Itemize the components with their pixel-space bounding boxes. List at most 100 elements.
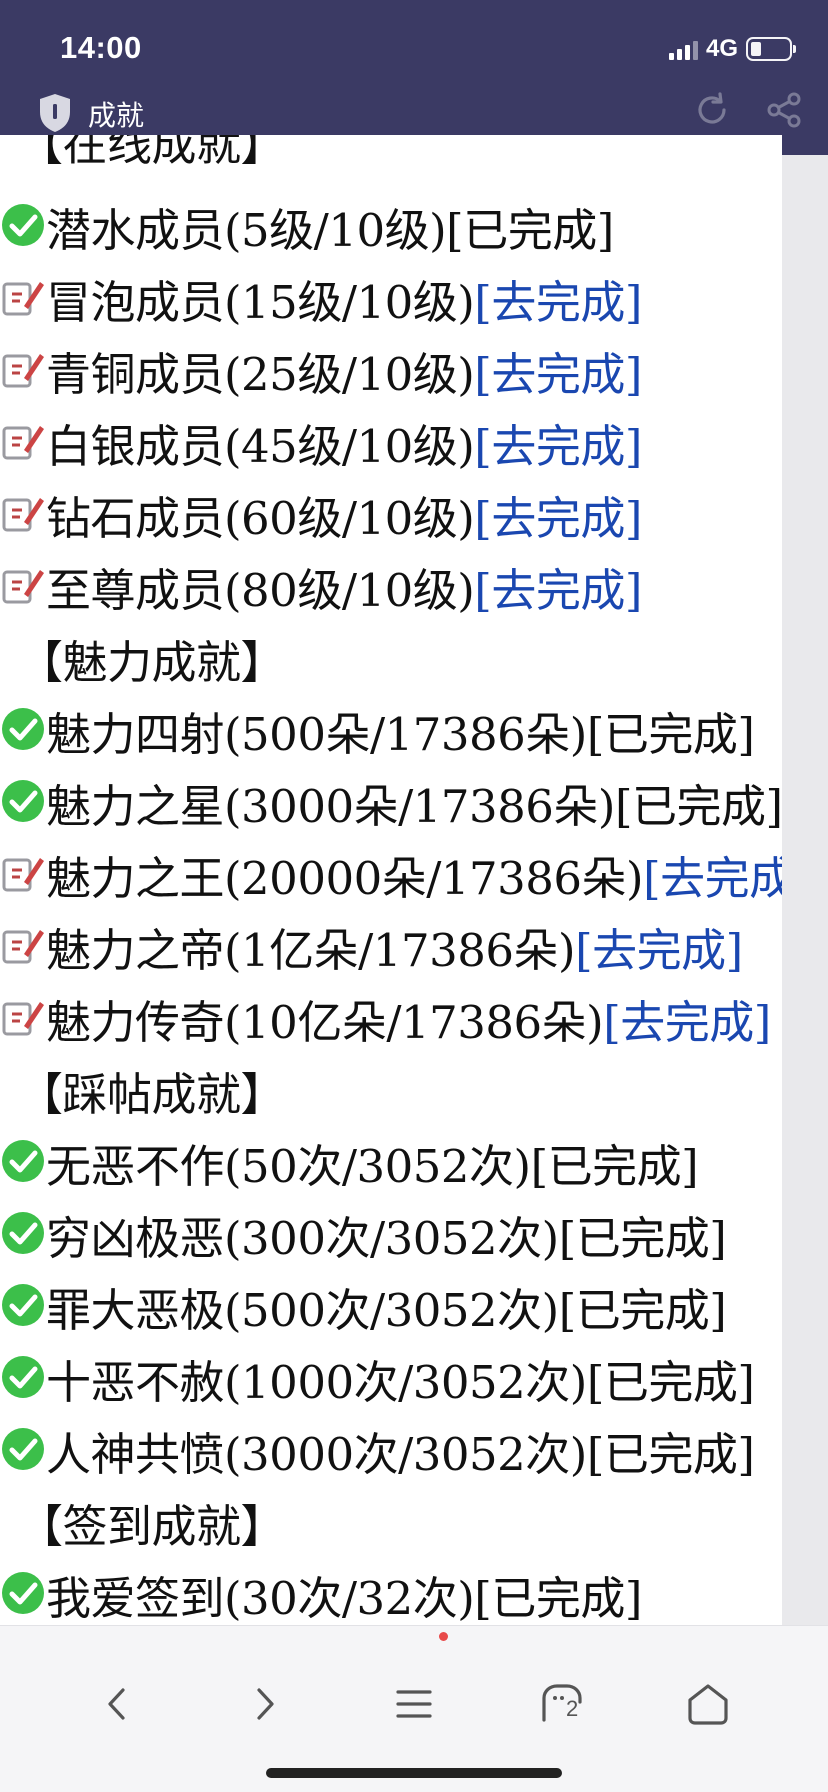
edit-icon xyxy=(2,930,44,964)
status-completed: [已完成] xyxy=(586,708,755,761)
item-text: 魅力之王(20000朵/17386朵) xyxy=(46,852,644,905)
go-complete-link[interactable]: [去完成] xyxy=(643,843,782,915)
section-title: 【魅力成就】 xyxy=(18,636,286,689)
check-icon xyxy=(2,1428,44,1470)
list-item: 钻石成员(60级/10级) [去完成] xyxy=(0,483,642,555)
achievement-list: 【在线成就】 潜水成员(5级/10级) [已完成] 冒泡成员(15级/10级) [去… xyxy=(0,135,782,1625)
list-item: 人神共愤(3000次/3052次) [已完成] xyxy=(0,1419,755,1491)
home-icon xyxy=(688,1684,728,1725)
item-text: 魅力四射(500朵/17386朵) xyxy=(46,708,587,761)
notification-dot xyxy=(439,1632,448,1641)
status-completed: [已完成] xyxy=(558,1284,727,1337)
item-text: 魅力之星(3000朵/17386朵) xyxy=(46,780,615,833)
home-indicator xyxy=(266,1768,562,1778)
list-item: 至尊成员(80级/10级) [去完成] xyxy=(0,555,642,627)
page-title: 成就 xyxy=(88,99,145,132)
list-item: 魅力之王(20000朵/17386朵)[去完成] xyxy=(0,843,782,915)
go-complete-link[interactable]: [去完成] xyxy=(474,267,642,339)
list-item: 魅力四射(500朵/17386朵) [已完成] xyxy=(0,699,755,771)
status-completed: [已完成] xyxy=(614,780,782,833)
list-item: 罪大恶极(500次/3052次) [已完成] xyxy=(0,1275,727,1347)
refresh-icon[interactable] xyxy=(692,90,732,130)
item-text: 魅力之帝(1亿朵/17386朵) xyxy=(46,924,576,977)
check-icon xyxy=(2,1356,44,1398)
forward-button[interactable] xyxy=(238,1678,290,1730)
item-text: 人神共愤(3000次/3052次) xyxy=(46,1428,587,1481)
check-icon xyxy=(2,1212,44,1254)
status-completed: [已完成] xyxy=(474,1572,642,1625)
list-item: 穷凶极恶(300次/3052次) [已完成] xyxy=(0,1203,727,1275)
section-heading: 【踩帖成就】 xyxy=(18,1059,286,1131)
tabs-count: 2 xyxy=(566,1696,579,1721)
status-completed: [已完成] xyxy=(558,1212,727,1265)
battery-icon xyxy=(746,37,796,61)
section-title: 【在线成就】 xyxy=(18,135,286,171)
edit-icon xyxy=(2,570,44,604)
item-text: 我爱签到(30次/32次) xyxy=(46,1572,475,1625)
edit-icon xyxy=(2,498,44,532)
check-icon xyxy=(2,1572,44,1614)
shield-icon xyxy=(40,94,70,132)
status-time: 14:00 xyxy=(60,30,142,65)
check-icon xyxy=(2,780,44,822)
signal-icon xyxy=(668,38,698,60)
section-title: 【签到成就】 xyxy=(18,1500,286,1553)
menu-button[interactable] xyxy=(388,1678,440,1730)
share-icon[interactable] xyxy=(764,90,804,130)
back-button[interactable] xyxy=(92,1678,144,1730)
check-icon xyxy=(2,1284,44,1326)
edit-icon xyxy=(2,858,44,892)
status-icons: 4G xyxy=(668,34,796,64)
edit-icon xyxy=(2,1002,44,1036)
go-complete-link[interactable]: [去完成] xyxy=(603,987,771,1059)
item-text: 白银成员(45级/10级) xyxy=(46,420,475,473)
go-complete-link[interactable]: [去完成] xyxy=(474,555,642,627)
edit-icon xyxy=(2,426,44,460)
edit-icon xyxy=(2,354,44,388)
check-icon xyxy=(2,204,44,246)
status-completed: [已完成] xyxy=(530,1140,699,1193)
go-complete-link[interactable]: [去完成] xyxy=(575,915,743,987)
go-complete-link[interactable]: [去完成] xyxy=(474,411,642,483)
list-item: 魅力传奇(10亿朵/17386朵) [去完成] xyxy=(0,987,771,1059)
item-text: 潜水成员(5级/10级) xyxy=(46,204,447,257)
title-row: 成就 xyxy=(0,88,828,134)
go-complete-link[interactable]: [去完成] xyxy=(474,483,642,555)
status-completed: [已完成] xyxy=(586,1428,755,1481)
go-complete-link[interactable]: [去完成] xyxy=(474,339,642,411)
list-item: 十恶不赦(1000次/3052次) [已完成] xyxy=(0,1347,755,1419)
item-text: 青铜成员(25级/10级) xyxy=(46,348,475,401)
home-button[interactable] xyxy=(682,1678,734,1730)
item-text: 无恶不作(50次/3052次) xyxy=(46,1140,531,1193)
status-completed: [已完成] xyxy=(446,204,614,257)
item-text: 罪大恶极(500次/3052次) xyxy=(46,1284,559,1337)
list-item: 青铜成员(25级/10级) [去完成] xyxy=(0,339,642,411)
item-text: 魅力传奇(10亿朵/17386朵) xyxy=(46,996,604,1049)
item-text: 十恶不赦(1000次/3052次) xyxy=(46,1356,587,1409)
item-text: 至尊成员(80级/10级) xyxy=(46,564,475,617)
item-text: 冒泡成员(15级/10级) xyxy=(46,276,475,329)
tabs-button[interactable]: 2 xyxy=(536,1678,588,1730)
scroll-gutter xyxy=(782,155,828,1625)
chevron-left-icon xyxy=(108,1688,125,1720)
section-title: 【踩帖成就】 xyxy=(18,1068,286,1121)
status-completed: [已完成] xyxy=(586,1356,755,1409)
section-heading: 【签到成就】 xyxy=(18,1491,286,1563)
list-item: 白银成员(45级/10级) [去完成] xyxy=(0,411,642,483)
list-item: 魅力之星(3000朵/17386朵) [已完成] xyxy=(0,771,782,843)
list-item: 我爱签到(30次/32次) [已完成] xyxy=(0,1563,642,1625)
item-text: 钻石成员(60级/10级) xyxy=(46,492,475,545)
list-item: 魅力之帝(1亿朵/17386朵) [去完成] xyxy=(0,915,743,987)
list-item: 潜水成员(5级/10级) [已完成] xyxy=(0,195,614,267)
item-text: 穷凶极恶(300次/3052次) xyxy=(46,1212,559,1265)
list-item: 冒泡成员(15级/10级) [去完成] xyxy=(0,267,642,339)
tabs-icon xyxy=(542,1684,582,1722)
list-item: 无恶不作(50次/3052次) [已完成] xyxy=(0,1131,699,1203)
bottom-toolbar: 2 xyxy=(0,1625,828,1792)
top-bar: 14:00 4G 成就 xyxy=(0,0,828,155)
menu-icon xyxy=(396,1690,432,1718)
section-heading: 【在线成就】 xyxy=(18,135,286,181)
chevron-right-icon xyxy=(257,1688,274,1720)
section-heading: 【魅力成就】 xyxy=(18,627,286,699)
network-type: 4G xyxy=(705,35,738,62)
